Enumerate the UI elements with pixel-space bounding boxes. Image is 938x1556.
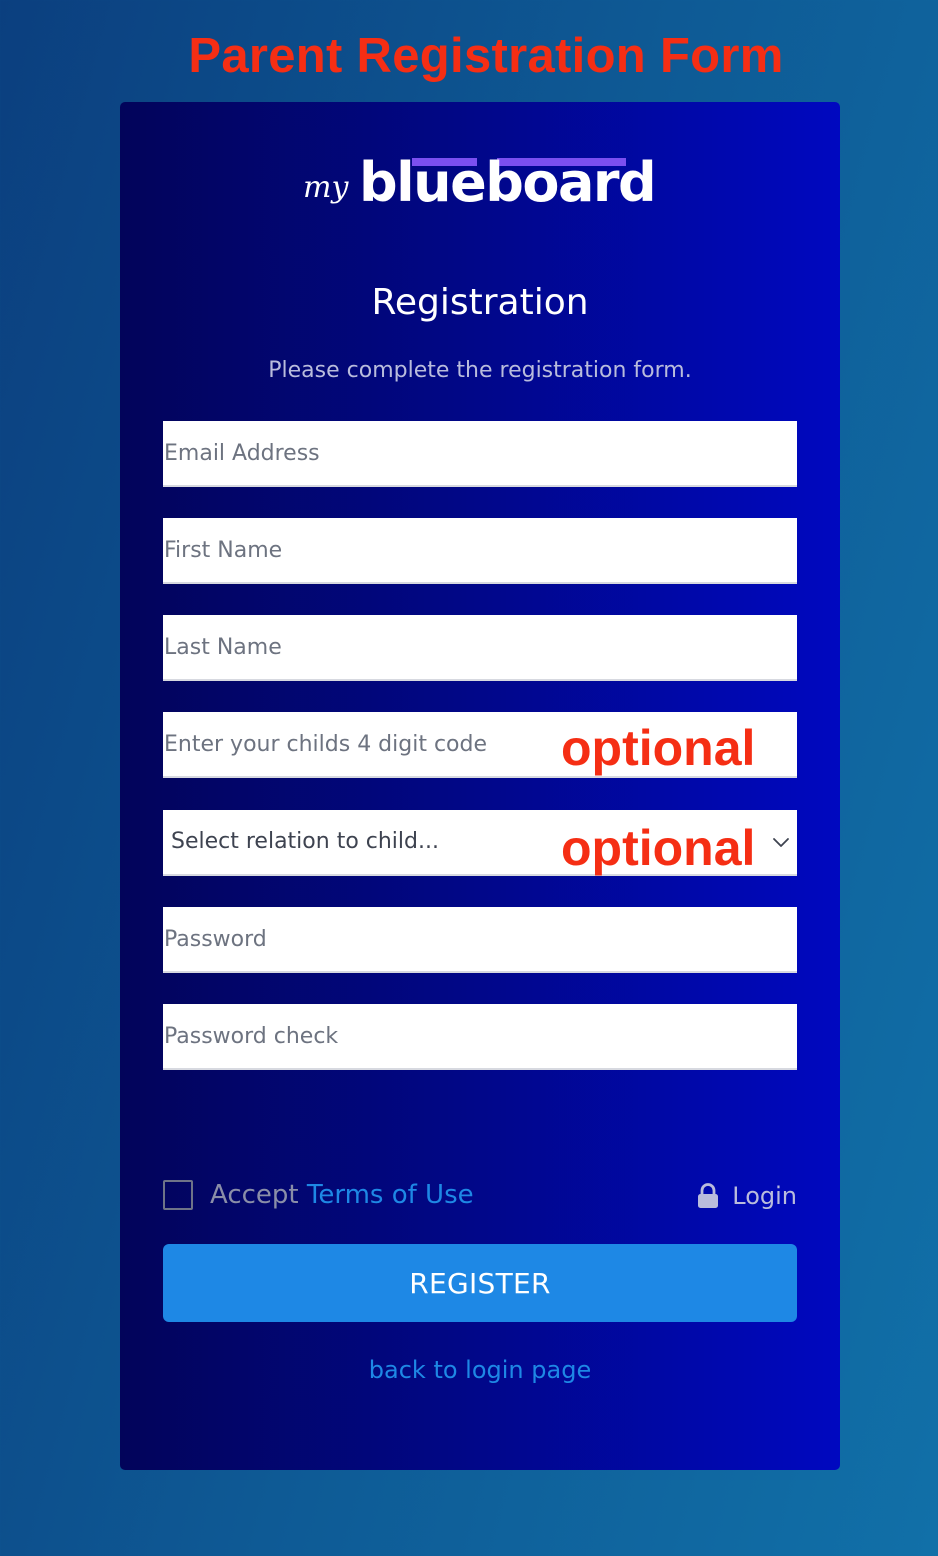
password-field	[163, 907, 797, 973]
myblueboard-logo: my blueboard	[303, 152, 657, 232]
back-to-login-link[interactable]: back to login page	[120, 1352, 840, 1388]
form-subtitle: Please complete the registration form.	[268, 358, 692, 383]
relation-select-value: Select relation to child...	[171, 829, 439, 854]
register-button[interactable]: REGISTER	[163, 1244, 797, 1322]
logo-brand: blueboard	[359, 151, 657, 214]
accept-terms-checkbox[interactable]	[163, 1180, 193, 1210]
terms-of-use-link[interactable]: Terms of Use	[307, 1180, 474, 1210]
last-name-field	[163, 615, 797, 681]
logo-prefix: my	[303, 170, 349, 205]
child-code-field: optional	[163, 712, 797, 778]
login-link[interactable]: Login	[696, 1178, 797, 1214]
email-input[interactable]	[163, 421, 797, 485]
first-name-field	[163, 518, 797, 584]
optional-annotation: optional	[561, 820, 756, 876]
lock-icon	[698, 1183, 719, 1208]
email-field	[163, 421, 797, 487]
chevron-down-icon	[773, 838, 789, 847]
password-check-input[interactable]	[163, 1004, 797, 1068]
relation-select[interactable]: Select relation to child... optional	[163, 810, 797, 876]
accept-text: Accept	[210, 1180, 299, 1210]
login-label: Login	[732, 1182, 797, 1210]
registration-card: my blueboard Registration Please complet…	[120, 102, 840, 1470]
form-title: Registration	[371, 282, 589, 323]
page-banner: Parent Registration Form	[188, 29, 784, 83]
child-code-input[interactable]	[163, 712, 797, 776]
last-name-input[interactable]	[163, 615, 797, 679]
accept-terms-label: Accept Terms of Use	[210, 1176, 474, 1214]
password-check-field	[163, 1004, 797, 1070]
password-input[interactable]	[163, 907, 797, 971]
first-name-input[interactable]	[163, 518, 797, 582]
